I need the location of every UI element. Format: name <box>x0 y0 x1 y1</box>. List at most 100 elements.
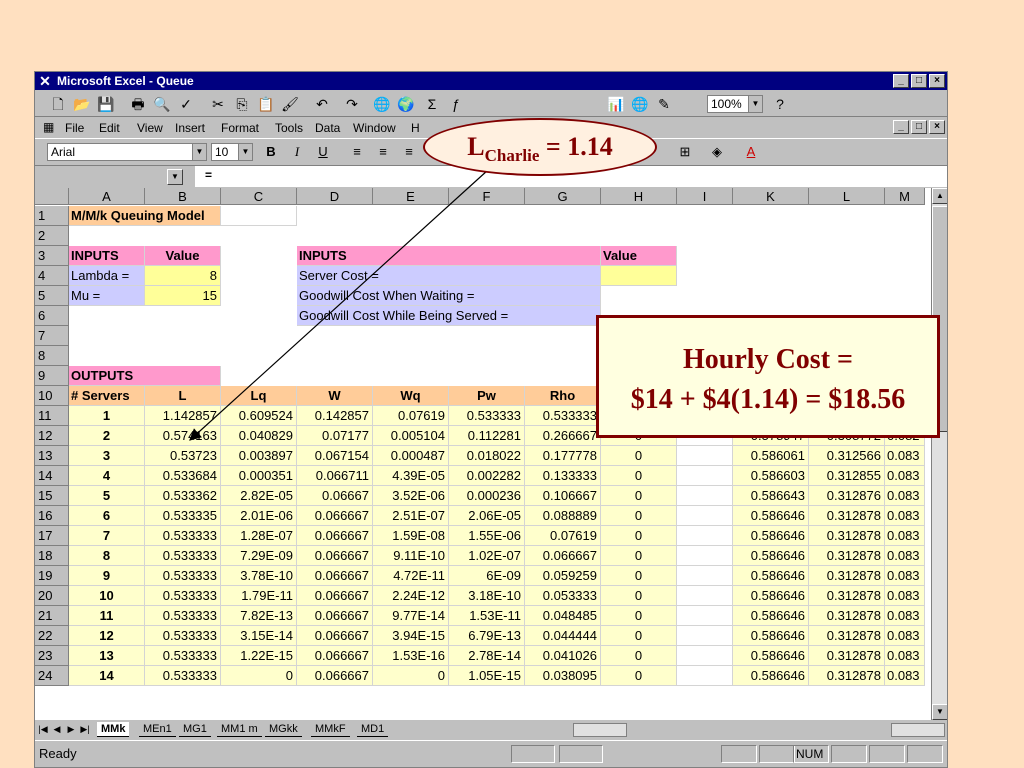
font-color-icon[interactable]: A <box>741 144 761 159</box>
align-center-icon[interactable]: ≡ <box>373 144 393 159</box>
output-cell[interactable]: 0.088889 <box>525 506 601 526</box>
output-cell[interactable]: 0.083 <box>885 506 925 526</box>
map-icon[interactable]: 🌐 <box>629 94 651 114</box>
cell[interactable] <box>221 206 297 226</box>
output-cell[interactable]: 0.533333 <box>145 586 221 606</box>
row-header[interactable]: 7 <box>35 326 69 346</box>
paste-icon[interactable]: 📋 <box>255 94 277 114</box>
output-cell[interactable]: 0.586646 <box>733 666 809 686</box>
menu-edit[interactable]: Edit <box>99 121 120 135</box>
output-cell[interactable]: 0.533333 <box>145 546 221 566</box>
output-cell[interactable]: 0.533684 <box>145 466 221 486</box>
output-cell[interactable]: 0.003897 <box>221 446 297 466</box>
output-cell[interactable]: 2.82E-05 <box>221 486 297 506</box>
output-cell[interactable]: 2.01E-06 <box>221 506 297 526</box>
output-cell[interactable]: 0.002282 <box>449 466 525 486</box>
menu-window[interactable]: Window <box>353 121 396 135</box>
output-cell[interactable]: 0.066667 <box>297 586 373 606</box>
row-header[interactable]: 2 <box>35 226 69 246</box>
output-cell[interactable]: 0.533333 <box>145 626 221 646</box>
row-header[interactable]: 13 <box>35 446 69 466</box>
row-header[interactable]: 20 <box>35 586 69 606</box>
align-right-icon[interactable]: ≡ <box>399 144 419 159</box>
output-cell[interactable]: 0 <box>601 446 677 466</box>
output-cell[interactable]: 0.083 <box>885 486 925 506</box>
close-button[interactable]: × <box>929 74 945 88</box>
output-cell[interactable]: 0.07619 <box>373 406 449 426</box>
output-cell[interactable]: 0.06667 <box>297 486 373 506</box>
column-header[interactable]: G <box>525 188 601 205</box>
web-toolbar-icon[interactable]: 🌍 <box>395 94 417 114</box>
output-cell[interactable]: 0.586646 <box>733 646 809 666</box>
output-cell[interactable]: 0.266667 <box>525 426 601 446</box>
output-cell[interactable]: 0.312878 <box>809 566 885 586</box>
output-cell[interactable]: 0.312566 <box>809 446 885 466</box>
bold-button[interactable]: B <box>261 144 281 159</box>
tab-mg1[interactable]: MG1 <box>179 722 211 737</box>
cell[interactable] <box>677 526 733 546</box>
output-cell[interactable]: 0.066667 <box>297 506 373 526</box>
output-cell[interactable]: 0.000351 <box>221 466 297 486</box>
output-cell[interactable]: 0.066667 <box>297 646 373 666</box>
column-header[interactable]: C <box>221 188 297 205</box>
server-count[interactable]: 1 <box>69 406 145 426</box>
output-cell[interactable]: 7.29E-09 <box>221 546 297 566</box>
output-cell[interactable]: 0.574163 <box>145 426 221 446</box>
output-cell[interactable]: 9.11E-10 <box>373 546 449 566</box>
output-cell[interactable]: 0.312878 <box>809 586 885 606</box>
output-cell[interactable]: 0.312878 <box>809 526 885 546</box>
output-cell[interactable]: 0.066667 <box>297 666 373 686</box>
server-count[interactable]: 12 <box>69 626 145 646</box>
output-cell[interactable]: 0.040829 <box>221 426 297 446</box>
column-header[interactable]: D <box>297 188 373 205</box>
output-header[interactable]: # Servers <box>69 386 145 406</box>
row-header[interactable]: 3 <box>35 246 69 266</box>
cell[interactable] <box>677 606 733 626</box>
output-cell[interactable]: 0.586646 <box>733 526 809 546</box>
output-cell[interactable]: 1.59E-08 <box>373 526 449 546</box>
output-cell[interactable]: 0.312878 <box>809 606 885 626</box>
output-cell[interactable]: 3.52E-06 <box>373 486 449 506</box>
row-header[interactable]: 8 <box>35 346 69 366</box>
output-cell[interactable]: 0.106667 <box>525 486 601 506</box>
column-header[interactable]: H <box>601 188 677 205</box>
minimize-button[interactable]: _ <box>893 74 909 88</box>
output-cell[interactable]: 1.142857 <box>145 406 221 426</box>
output-cell[interactable]: 6.79E-13 <box>449 626 525 646</box>
zoom-select[interactable]: 100% ▼ <box>707 95 763 113</box>
column-header[interactable]: B <box>145 188 221 205</box>
output-cell[interactable]: 0.533333 <box>145 646 221 666</box>
output-cell[interactable]: 0.066667 <box>297 546 373 566</box>
doc-close-button[interactable]: × <box>929 120 945 134</box>
output-cell[interactable]: 0 <box>601 506 677 526</box>
scroll-down-icon[interactable]: ▼ <box>932 704 947 720</box>
output-cell[interactable]: 1.02E-07 <box>449 546 525 566</box>
output-cell[interactable]: 0 <box>601 466 677 486</box>
output-cell[interactable]: 0.083 <box>885 526 925 546</box>
mu-label[interactable]: Mu = <box>69 286 145 306</box>
copy-icon[interactable]: ⎘ <box>231 94 253 114</box>
cell[interactable] <box>677 566 733 586</box>
output-cell[interactable]: 1.05E-15 <box>449 666 525 686</box>
row-header[interactable]: 22 <box>35 626 69 646</box>
server-count[interactable]: 3 <box>69 446 145 466</box>
output-cell[interactable]: 1.55E-06 <box>449 526 525 546</box>
menu-insert[interactable]: Insert <box>175 121 205 135</box>
output-cell[interactable]: 2.24E-12 <box>373 586 449 606</box>
output-cell[interactable]: 0.041026 <box>525 646 601 666</box>
output-cell[interactable]: 0.083 <box>885 666 925 686</box>
outputs-label[interactable]: OUTPUTS <box>69 366 221 386</box>
output-cell[interactable]: 0.083 <box>885 626 925 646</box>
output-cell[interactable]: 0.142857 <box>297 406 373 426</box>
row-header[interactable]: 12 <box>35 426 69 446</box>
output-cell[interactable]: 3.94E-15 <box>373 626 449 646</box>
output-cell[interactable]: 0 <box>601 486 677 506</box>
output-cell[interactable]: 0.083 <box>885 646 925 666</box>
server-count[interactable]: 13 <box>69 646 145 666</box>
output-cell[interactable]: 0.312878 <box>809 506 885 526</box>
output-cell[interactable]: 0.533333 <box>145 606 221 626</box>
doc-minimize-button[interactable]: _ <box>893 120 909 134</box>
server-count[interactable]: 8 <box>69 546 145 566</box>
font-size-select[interactable]: 10 ▼ <box>211 143 253 161</box>
tab-md1[interactable]: MD1 <box>357 722 389 737</box>
